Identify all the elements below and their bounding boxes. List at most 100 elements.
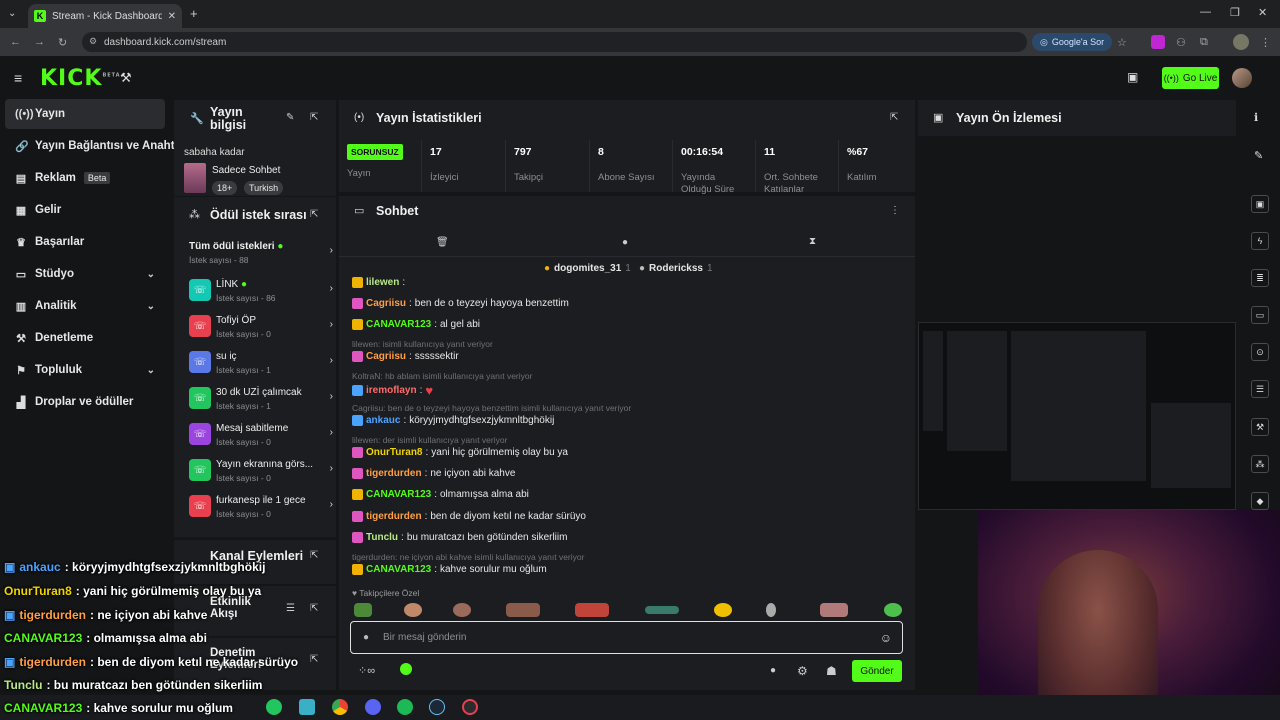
chat-username[interactable]: Cagriisu (366, 351, 406, 362)
reward-item[interactable]: ☏ Mesaj sabitleme İstek sayısı - 0 › (182, 419, 337, 455)
chat-message[interactable]: iremoflayn: ♥ (352, 383, 433, 398)
sidebar-item-achievements[interactable]: ♛ Başarılar (5, 227, 165, 257)
chat-message[interactable]: lilewen: (352, 277, 405, 288)
emote-icon[interactable] (354, 603, 372, 617)
tab-list-icon[interactable]: ⌄ (8, 8, 16, 19)
taskbar-app-icon[interactable] (266, 699, 282, 715)
browser-menu-icon[interactable]: ⋮ (1260, 36, 1271, 49)
chat-message[interactable]: Cagriisu: sssssektir (352, 351, 459, 362)
hourglass-icon[interactable]: ⧗ (809, 236, 816, 247)
chat-username[interactable]: Cagriisu (366, 298, 406, 309)
chat-icon[interactable]: ▭ (1251, 306, 1269, 324)
extension-2-icon[interactable]: ⚇ (1176, 36, 1186, 49)
extensions-puzzle-icon[interactable]: ⧉ (1200, 36, 1208, 49)
popout-icon[interactable]: ⇱ (310, 603, 318, 614)
close-window-icon[interactable]: ✕ (1258, 6, 1267, 19)
chat-username[interactable]: ankauc (366, 415, 400, 426)
emote-icon[interactable] (714, 603, 732, 617)
profile-avatar[interactable] (1233, 34, 1249, 50)
chat-message[interactable]: CANAVAR123: kahve sorulur mu oğlum (352, 564, 547, 575)
send-button[interactable]: Gönder (852, 660, 902, 682)
category-name[interactable]: Sadece Sohbet (212, 165, 280, 176)
sidebar-item-moderation[interactable]: ⚒ Denetleme (5, 323, 165, 353)
bookmark-star-icon[interactable]: ☆ (1117, 36, 1127, 49)
emote-icon[interactable] (506, 603, 540, 617)
chat-username[interactable]: CANAVAR123 (366, 489, 431, 500)
pencil-icon[interactable]: ✎ (1254, 149, 1263, 162)
chat-message[interactable]: Tunclu: bu muratcazı ben götünden sikerli… (352, 532, 567, 543)
reward-item[interactable]: ☏ Tofiyi ÖP İstek sayısı - 0 › (182, 311, 337, 347)
emote-icon[interactable] (766, 603, 776, 617)
new-tab-icon[interactable]: + (190, 6, 198, 21)
emote-icon[interactable] (453, 603, 471, 617)
emote-icon[interactable] (645, 606, 679, 614)
diamond-icon[interactable]: ◆ (1251, 492, 1269, 510)
chat-message[interactable]: CANAVAR123: olmamışsa alma abi (352, 489, 529, 500)
hamburger-menu-icon[interactable]: ≡ (14, 70, 22, 86)
steam-icon[interactable] (429, 699, 445, 715)
filter-icon[interactable]: ☰ (286, 603, 295, 614)
chat-message[interactable]: OnurTuran8: yani hiç görülmemiş olay bu y… (352, 447, 568, 458)
emoji-icon[interactable]: ☺ (880, 631, 892, 645)
edit-icon[interactable]: ✎ (286, 112, 294, 123)
chat-message[interactable]: CANAVAR123: al gel abi (352, 319, 480, 330)
reload-icon[interactable]: ↻ (58, 36, 67, 49)
chat-username[interactable]: lilewen (366, 277, 399, 288)
chat-bubble-icon[interactable]: ● (622, 237, 628, 248)
trash-icon[interactable]: 🗑 (436, 237, 449, 248)
wrench-icon[interactable]: ⚒ (1251, 418, 1269, 436)
obs-icon[interactable] (462, 699, 478, 715)
stream-preview-thumbnail[interactable] (918, 322, 1236, 510)
google-ask-button[interactable]: ◎ Google'a Sor (1032, 33, 1113, 51)
taskbar-app-icon[interactable] (299, 699, 315, 715)
more-options-icon[interactable]: ⋮ (890, 205, 900, 216)
chat-bubble-icon[interactable]: ● (770, 665, 776, 676)
screen-icon[interactable]: ▣ (1127, 70, 1138, 84)
kick-points-icon[interactable] (400, 663, 412, 675)
chat-message[interactable]: ankauc: köryyjmydhtgfsexzjykmnltbghökij (352, 415, 554, 426)
broadcast-icon[interactable]: ⊙ (1251, 343, 1269, 361)
site-info-icon[interactable]: ⚙ (89, 36, 97, 47)
extension-icon[interactable] (1151, 35, 1165, 49)
browser-tab[interactable]: K Stream - Kick Dashboard ✕ (28, 4, 182, 28)
chat-username[interactable]: CANAVAR123 (366, 319, 431, 330)
lightning-icon[interactable]: ϟ (1251, 232, 1269, 250)
category-thumbnail[interactable] (184, 163, 206, 193)
user-avatar[interactable] (1232, 68, 1252, 88)
emote-icon[interactable] (820, 603, 848, 617)
chat-username[interactable]: Tunclu (366, 532, 398, 543)
preview-video-area[interactable] (918, 136, 1236, 322)
popout-icon[interactable]: ⇱ (310, 209, 318, 220)
preview-icon[interactable]: ▣ (1251, 195, 1269, 213)
minimize-icon[interactable]: — (1200, 6, 1211, 18)
reward-item[interactable]: ☏ Yayın ekranına görs... İstek sayısı - 0 › (182, 455, 337, 491)
sidebar-item-community[interactable]: ⚑ Topluluk ⌄ (5, 355, 165, 385)
chat-message[interactable]: tigerdurden: ben de diyom ketıl ne kadar … (352, 511, 586, 522)
discord-icon[interactable] (365, 699, 381, 715)
chat-message[interactable]: Cagriisu: ben de o teyzeyi hayoya benzett… (352, 298, 569, 309)
list-icon[interactable]: ≣ (1251, 269, 1269, 287)
stack-icon[interactable]: ☰ (1251, 380, 1269, 398)
followers-only-icon[interactable]: ⁘∞ (358, 664, 375, 677)
chrome-icon[interactable] (332, 699, 348, 715)
reward-item[interactable]: ☏ 30 dk UZİ çalımcak İstek sayısı - 1 › (182, 383, 337, 419)
popout-icon[interactable]: ⇱ (890, 112, 898, 123)
info-icon[interactable]: ℹ (1254, 111, 1258, 124)
chat-username[interactable]: tigerdurden (366, 511, 422, 522)
back-icon[interactable]: ← (10, 36, 21, 48)
sidebar-item-studio[interactable]: ▭ Stüdyo ⌄ (5, 259, 165, 289)
restore-icon[interactable]: ❐ (1230, 6, 1240, 19)
url-field[interactable]: ⚙ dashboard.kick.com/stream (82, 32, 1027, 52)
chat-message[interactable]: tigerdurden: ne içiyon abi kahve (352, 468, 515, 479)
chat-input[interactable]: ● Bir mesaj gönderin ☺ (350, 621, 903, 654)
sidebar-item-drops[interactable]: ▟ Droplar ve ödüller (5, 387, 165, 417)
close-tab-icon[interactable]: ✕ (168, 11, 176, 22)
popout-icon[interactable]: ⇱ (310, 112, 318, 123)
sidebar-item-stream[interactable]: ((•)) Yayın (5, 99, 165, 129)
sidebar-item-revenue[interactable]: ▦ Gelir (5, 195, 165, 225)
emote-icon[interactable] (575, 603, 609, 617)
popout-icon[interactable]: ⇱ (310, 550, 318, 561)
emote-icon[interactable] (404, 603, 422, 617)
chat-username[interactable]: tigerdurden (366, 468, 422, 479)
settings-gear-icon[interactable]: ⚙ (797, 664, 808, 678)
